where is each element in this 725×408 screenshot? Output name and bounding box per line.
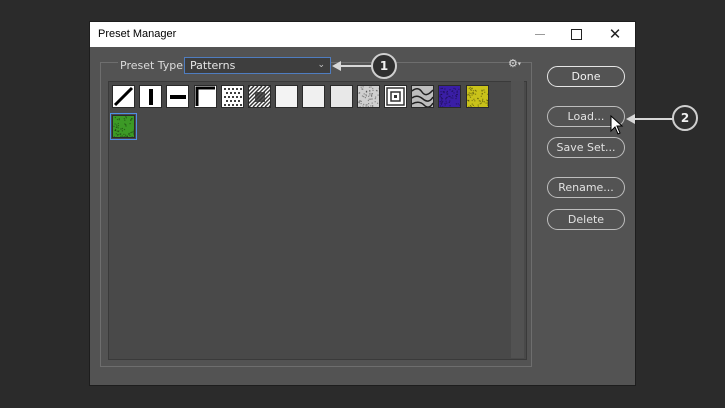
- pattern-swatch-concentric-squares[interactable]: [384, 85, 407, 108]
- done-button[interactable]: Done: [547, 66, 625, 87]
- preset-type-value: Patterns: [190, 59, 236, 72]
- callout-badge-2: 2: [672, 105, 698, 131]
- mouse-cursor-icon: [610, 115, 624, 135]
- minimize-button[interactable]: [520, 22, 560, 47]
- pattern-swatch-light-noise-2[interactable]: [302, 85, 326, 108]
- maximize-button[interactable]: [556, 22, 596, 47]
- preset-type-label: Preset Type:: [118, 59, 189, 72]
- dropdown-caret-icon: ▾: [517, 60, 521, 68]
- callout-arrow-2: [634, 118, 674, 120]
- pattern-swatch-diagonal-stripes[interactable]: [248, 85, 271, 108]
- pattern-swatch-dots[interactable]: [220, 85, 244, 108]
- arrow-left-icon: [332, 61, 341, 71]
- pattern-swatch-purple-texture[interactable]: [438, 85, 462, 108]
- rename-button[interactable]: Rename...: [547, 177, 625, 198]
- pattern-swatch-light-noise-3[interactable]: [329, 85, 353, 108]
- preset-type-dropdown[interactable]: Patterns ⌄: [184, 57, 331, 74]
- pattern-swatch-yellow-texture[interactable]: [465, 85, 489, 108]
- minimize-icon: [535, 34, 545, 35]
- pattern-swatch-gray-noise[interactable]: [356, 85, 380, 108]
- title-bar: Preset Manager ✕: [90, 22, 635, 47]
- vertical-scrollbar[interactable]: [511, 81, 524, 358]
- callout-arrow-1: [340, 65, 372, 67]
- pattern-swatch-vertical-bar[interactable]: [139, 85, 163, 108]
- pattern-swatch-marble[interactable]: [411, 85, 435, 108]
- close-button[interactable]: ✕: [595, 22, 635, 47]
- delete-button[interactable]: Delete: [547, 209, 625, 230]
- pattern-grid: [108, 81, 527, 360]
- arrow-left-icon: [626, 114, 635, 124]
- pattern-swatch-corner-frame[interactable]: [193, 85, 217, 108]
- pattern-swatch-green-texture[interactable]: [110, 113, 137, 140]
- callout-badge-1: 1: [371, 53, 397, 79]
- maximize-icon: [570, 29, 582, 40]
- settings-menu-button[interactable]: ⚙▾: [508, 57, 521, 70]
- pattern-swatch-diagonal-line[interactable]: [112, 85, 135, 108]
- close-icon: ✕: [608, 25, 622, 43]
- preset-manager-window: Preset Manager ✕ Preset Type: Patterns ⌄…: [90, 22, 635, 385]
- save-set-button[interactable]: Save Set...: [547, 137, 625, 158]
- pattern-swatch-horizontal-bar[interactable]: [166, 85, 190, 108]
- chevron-down-icon: ⌄: [317, 60, 325, 70]
- gear-icon: ⚙: [508, 57, 518, 70]
- pattern-swatch-light-noise-1[interactable]: [275, 85, 299, 108]
- window-title: Preset Manager: [98, 28, 177, 40]
